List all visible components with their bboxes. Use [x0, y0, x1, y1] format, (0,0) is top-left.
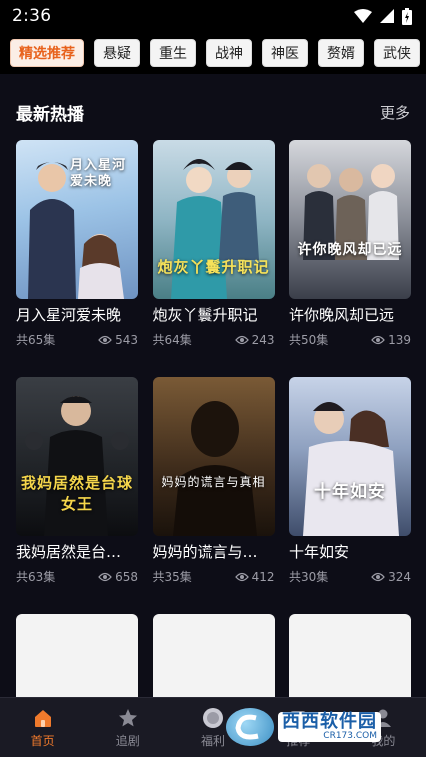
- drama-title: 月入星河爱未晚: [16, 306, 122, 324]
- nav-following-label: 追剧: [115, 733, 140, 748]
- view-count-value: 658: [115, 569, 138, 584]
- poster-image[interactable]: 十年如安: [289, 377, 411, 536]
- tab-martial-arts[interactable]: 武侠: [374, 39, 420, 67]
- view-count: 412: [234, 569, 275, 584]
- eye-icon: [98, 572, 112, 581]
- status-time: 2:36: [12, 6, 52, 26]
- battery-icon: [402, 7, 412, 25]
- episode-count: 共50集: [289, 333, 329, 347]
- drama-meta: 共35集 412: [153, 568, 275, 585]
- bottom-nav: 首页 追剧 福利 推荐 我的: [0, 697, 426, 757]
- episode-count: 共64集: [152, 333, 192, 347]
- tab-war-god[interactable]: 战神: [206, 39, 252, 67]
- view-count-value: 543: [115, 332, 138, 347]
- poster-title: 十年如安: [314, 482, 386, 502]
- view-count-value: 139: [388, 332, 411, 347]
- nav-profile[interactable]: 我的: [341, 698, 426, 757]
- section-header: 最新热播 更多: [16, 100, 410, 125]
- poster-title: 炮灰丫鬟升职记: [157, 258, 270, 276]
- eye-icon: [234, 572, 249, 581]
- tab-son-in-law[interactable]: 赘婿: [318, 39, 364, 67]
- nav-welfare-label: 福利: [201, 733, 226, 748]
- home-icon: [32, 707, 54, 729]
- view-count: 543: [98, 333, 138, 347]
- episode-count: 共30集: [289, 570, 329, 584]
- view-count-value: 412: [251, 569, 275, 584]
- drama-title: 炮灰丫鬟升职记: [152, 306, 258, 324]
- episode-count: 共63集: [16, 570, 56, 584]
- drama-grid: 月入星河爱未晚 月入星河爱未晚 共65集 543 炮灰丫鬟升职记 炮灰丫鬟升职记: [16, 140, 411, 706]
- tab-featured[interactable]: 精选推荐: [10, 39, 84, 67]
- eye-icon: [98, 335, 112, 344]
- drama-meta: 共50集 139: [289, 331, 411, 348]
- episode-count: 共65集: [16, 333, 56, 347]
- poster-title: 许你晚风却已远: [297, 242, 403, 258]
- poster-image[interactable]: 我妈居然是台球女王: [16, 377, 138, 536]
- recommend-icon: [287, 707, 309, 729]
- tab-rebirth[interactable]: 重生: [150, 39, 196, 67]
- signal-icon: [380, 9, 394, 23]
- drama-title: 许你晚风却已远: [289, 306, 395, 324]
- drama-title: 十年如安: [289, 543, 350, 561]
- nav-following[interactable]: 追剧: [85, 698, 170, 757]
- view-count: 324: [371, 570, 411, 584]
- gift-icon: [202, 707, 224, 729]
- star-icon: [117, 707, 139, 729]
- view-count-value: 324: [388, 569, 411, 584]
- poster-image[interactable]: 许你晚风却已远: [289, 140, 411, 299]
- view-count: 658: [98, 570, 138, 584]
- poster-image[interactable]: 月入星河爱未晚: [16, 140, 138, 299]
- nav-home-label: 首页: [30, 733, 55, 748]
- poster-placeholder: [16, 614, 138, 706]
- drama-meta: 共30集 324: [289, 568, 411, 585]
- category-tabs: 精选推荐 悬疑 重生 战神 神医 赘婿 武侠: [0, 32, 426, 74]
- nav-home[interactable]: 首页: [0, 698, 85, 757]
- episode-count: 共35集: [152, 570, 192, 584]
- drama-card[interactable]: 炮灰丫鬟升职记 炮灰丫鬟升职记 共64集 243: [152, 140, 275, 377]
- drama-card[interactable]: 许你晚风却已远 许你晚风却已远 共50集 139: [289, 140, 411, 377]
- nav-recommend[interactable]: 推荐: [256, 698, 341, 757]
- eye-icon: [371, 335, 385, 344]
- view-count-value: 243: [251, 332, 275, 347]
- poster-title: 妈妈的谎言与真相: [161, 475, 266, 489]
- drama-title: 妈妈的谎言与…: [152, 543, 258, 561]
- view-count: 243: [234, 332, 275, 347]
- tab-suspense[interactable]: 悬疑: [94, 39, 140, 67]
- drama-meta: 共65集 543: [16, 331, 138, 348]
- drama-card[interactable]: 我妈居然是台球女王 我妈居然是台… 共63集 658: [16, 377, 138, 614]
- poster-title: 月入星河爱未晚: [70, 158, 127, 189]
- poster-placeholder: [289, 614, 411, 706]
- poster-art: [303, 164, 399, 260]
- poster-title: 我妈居然是台球女王: [20, 474, 133, 513]
- drama-card[interactable]: 月入星河爱未晚 月入星河爱未晚 共65集 543: [16, 140, 138, 377]
- poster-image[interactable]: 妈妈的谎言与真相: [152, 377, 275, 536]
- poster-art: [303, 402, 399, 536]
- eye-icon: [234, 335, 249, 344]
- status-bar: 2:36: [0, 0, 426, 32]
- wifi-icon: [354, 9, 372, 23]
- tab-miracle-doctor[interactable]: 神医: [262, 39, 308, 67]
- view-count: 139: [371, 333, 411, 347]
- drama-card[interactable]: 妈妈的谎言与真相 妈妈的谎言与… 共35集 412: [152, 377, 275, 614]
- nav-profile-label: 我的: [371, 733, 396, 748]
- poster-image[interactable]: 炮灰丫鬟升职记: [152, 140, 275, 299]
- drama-meta: 共63集 658: [16, 568, 138, 585]
- nav-recommend-label: 推荐: [286, 733, 311, 748]
- drama-card[interactable]: 十年如安 十年如安 共30集 324: [289, 377, 411, 614]
- drama-title: 我妈居然是台…: [16, 543, 122, 561]
- status-icons: [354, 7, 412, 25]
- more-link[interactable]: 更多: [380, 102, 410, 123]
- poster-art: [172, 401, 257, 536]
- nav-welfare[interactable]: 福利: [170, 698, 255, 757]
- poster-placeholder: [152, 614, 275, 706]
- profile-icon: [372, 707, 394, 729]
- eye-icon: [371, 572, 385, 581]
- drama-meta: 共64集 243: [153, 331, 275, 348]
- section-title: 最新热播: [16, 105, 84, 125]
